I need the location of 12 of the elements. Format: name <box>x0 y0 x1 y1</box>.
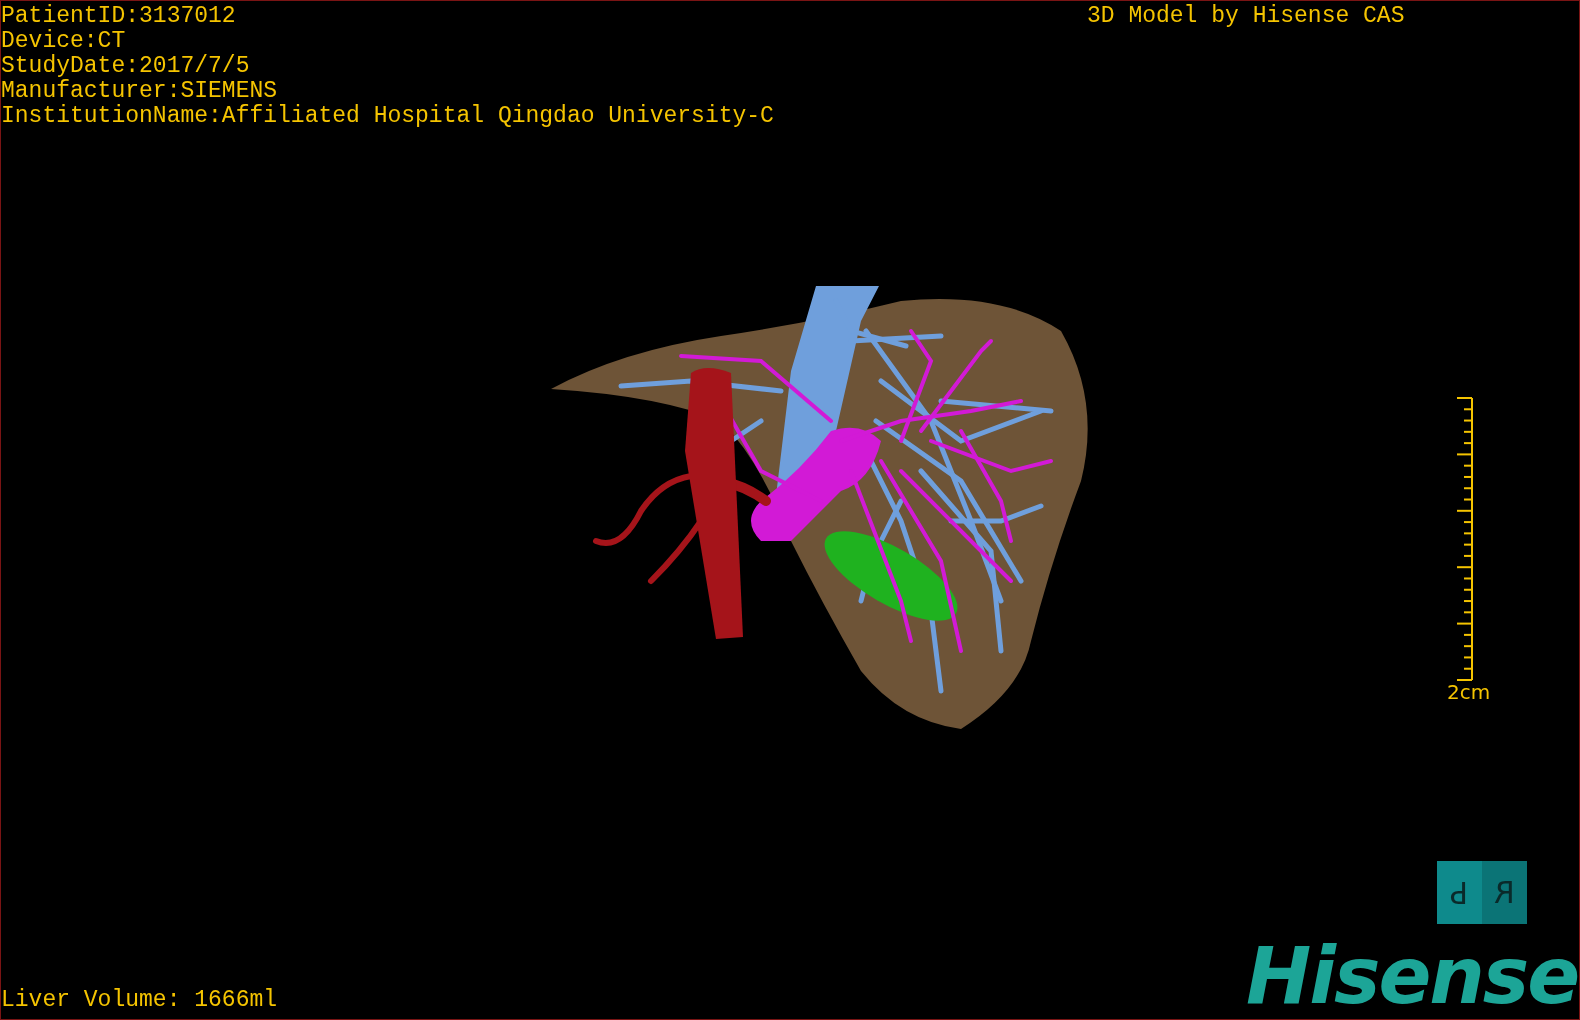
patient-info-text: PatientID:3137012 <box>1 4 237 29</box>
patient-info-text: StudyDate:2017/7/5 <box>1 54 251 79</box>
scale-label: 2cm <box>1447 681 1491 703</box>
cube-face-label: R <box>1482 861 1527 924</box>
orientation-cube[interactable]: P R <box>1437 861 1527 924</box>
patient-info-text: Manufacturer:SIEMENS <box>1 79 279 104</box>
cube-face-label: P <box>1437 861 1482 924</box>
patient-info-text: InstitutionName:Affiliated Hospital Qingdao University-C <box>1 104 774 129</box>
patient-info-text: Device:CT <box>1 29 127 54</box>
liver-volume-text: Liver Volume: 1666ml <box>1 988 278 1013</box>
model-credit-text: 3D Model by Hisense CAS <box>1087 4 1405 29</box>
brand-logo: Hisense <box>1246 936 1579 1016</box>
